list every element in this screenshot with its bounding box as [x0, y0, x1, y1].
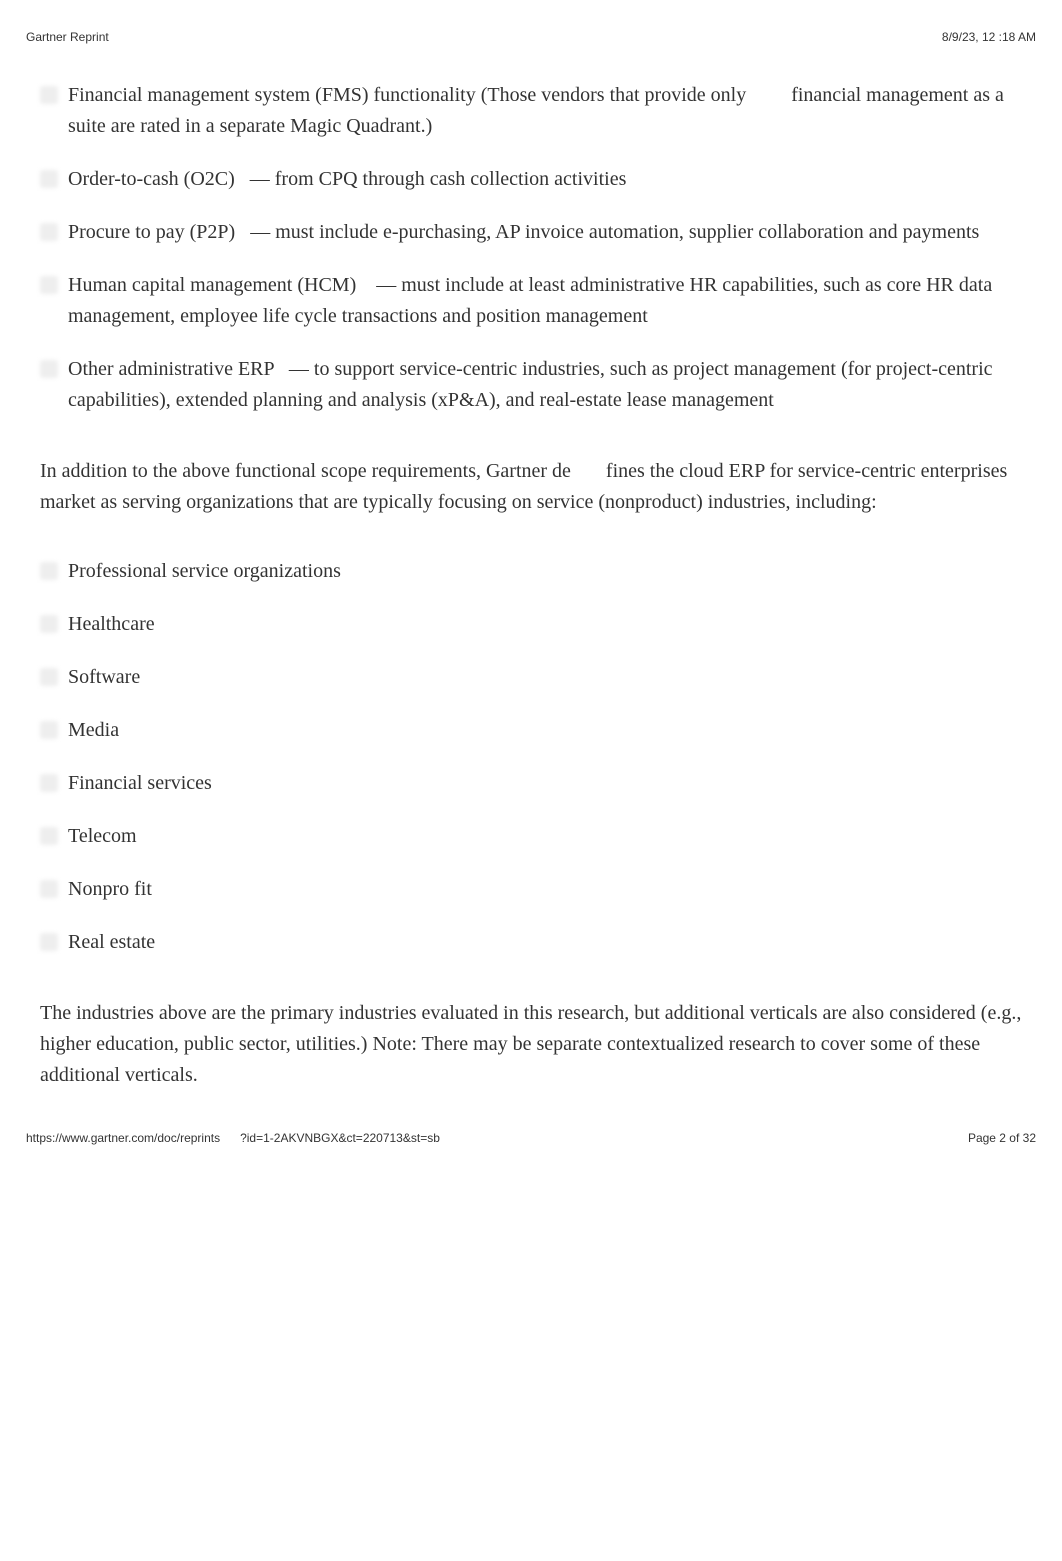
bullet-icon: [40, 562, 58, 580]
list-item: Telecom: [40, 821, 1022, 852]
list-item-text: Software: [68, 662, 1022, 693]
footer-right: Page 2 of 32: [968, 1131, 1036, 1145]
list-item: Real estate: [40, 927, 1022, 958]
bullet-icon: [40, 933, 58, 951]
page-footer: https://www.gartner.com/doc/reprints ?id…: [26, 1131, 1036, 1145]
bullet-icon: [40, 86, 58, 104]
list-item: Other administrative ERP — to support se…: [40, 354, 1022, 416]
list-item: Procure to pay (P2P) — must include e-pu…: [40, 217, 1022, 248]
industries-list: Professional service organizations Healt…: [40, 556, 1022, 958]
bullet-icon: [40, 360, 58, 378]
list-item-text: Financial management system (FMS) functi…: [68, 80, 1022, 142]
bullet-icon: [40, 223, 58, 241]
list-item-text: Healthcare: [68, 609, 1022, 640]
header-right: 8/9/23, 12 :18 AM: [942, 30, 1036, 44]
list-item-text: Human capital management (HCM) — must in…: [68, 270, 1022, 332]
list-item: Software: [40, 662, 1022, 693]
bullet-icon: [40, 880, 58, 898]
list-item: Nonpro fit: [40, 874, 1022, 905]
list-item-text: Procure to pay (P2P) — must include e-pu…: [68, 217, 1022, 248]
bullet-icon: [40, 668, 58, 686]
list-item: Media: [40, 715, 1022, 746]
list-item-text: Financial services: [68, 768, 1022, 799]
bullet-icon: [40, 774, 58, 792]
document-page: Gartner Reprint 8/9/23, 12 :18 AM Financ…: [0, 0, 1062, 1175]
bullet-icon: [40, 276, 58, 294]
functional-scope-list: Financial management system (FMS) functi…: [40, 80, 1022, 416]
list-item-text: Professional service organizations: [68, 556, 1022, 587]
list-item-text: Media: [68, 715, 1022, 746]
bullet-icon: [40, 721, 58, 739]
bullet-icon: [40, 827, 58, 845]
list-item: Professional service organizations: [40, 556, 1022, 587]
page-header: Gartner Reprint 8/9/23, 12 :18 AM: [26, 30, 1036, 44]
footer-left: https://www.gartner.com/doc/reprints ?id…: [26, 1131, 440, 1145]
list-item: Financial management system (FMS) functi…: [40, 80, 1022, 142]
bullet-icon: [40, 615, 58, 633]
list-item-text: Other administrative ERP — to support se…: [68, 354, 1022, 416]
list-item: Order-to-cash (O2C) — from CPQ through c…: [40, 164, 1022, 195]
page-content: Financial management system (FMS) functi…: [26, 80, 1036, 1091]
bullet-icon: [40, 170, 58, 188]
paragraph-intro: In addition to the above functional scop…: [40, 456, 1022, 518]
list-item: Healthcare: [40, 609, 1022, 640]
list-item-text: Order-to-cash (O2C) — from CPQ through c…: [68, 164, 1022, 195]
list-item: Human capital management (HCM) — must in…: [40, 270, 1022, 332]
list-item: Financial services: [40, 768, 1022, 799]
header-left: Gartner Reprint: [26, 30, 109, 44]
list-item-text: Nonpro fit: [68, 874, 1022, 905]
list-item-text: Telecom: [68, 821, 1022, 852]
list-item-text: Real estate: [68, 927, 1022, 958]
paragraph-note: The industries above are the primary ind…: [40, 998, 1022, 1091]
